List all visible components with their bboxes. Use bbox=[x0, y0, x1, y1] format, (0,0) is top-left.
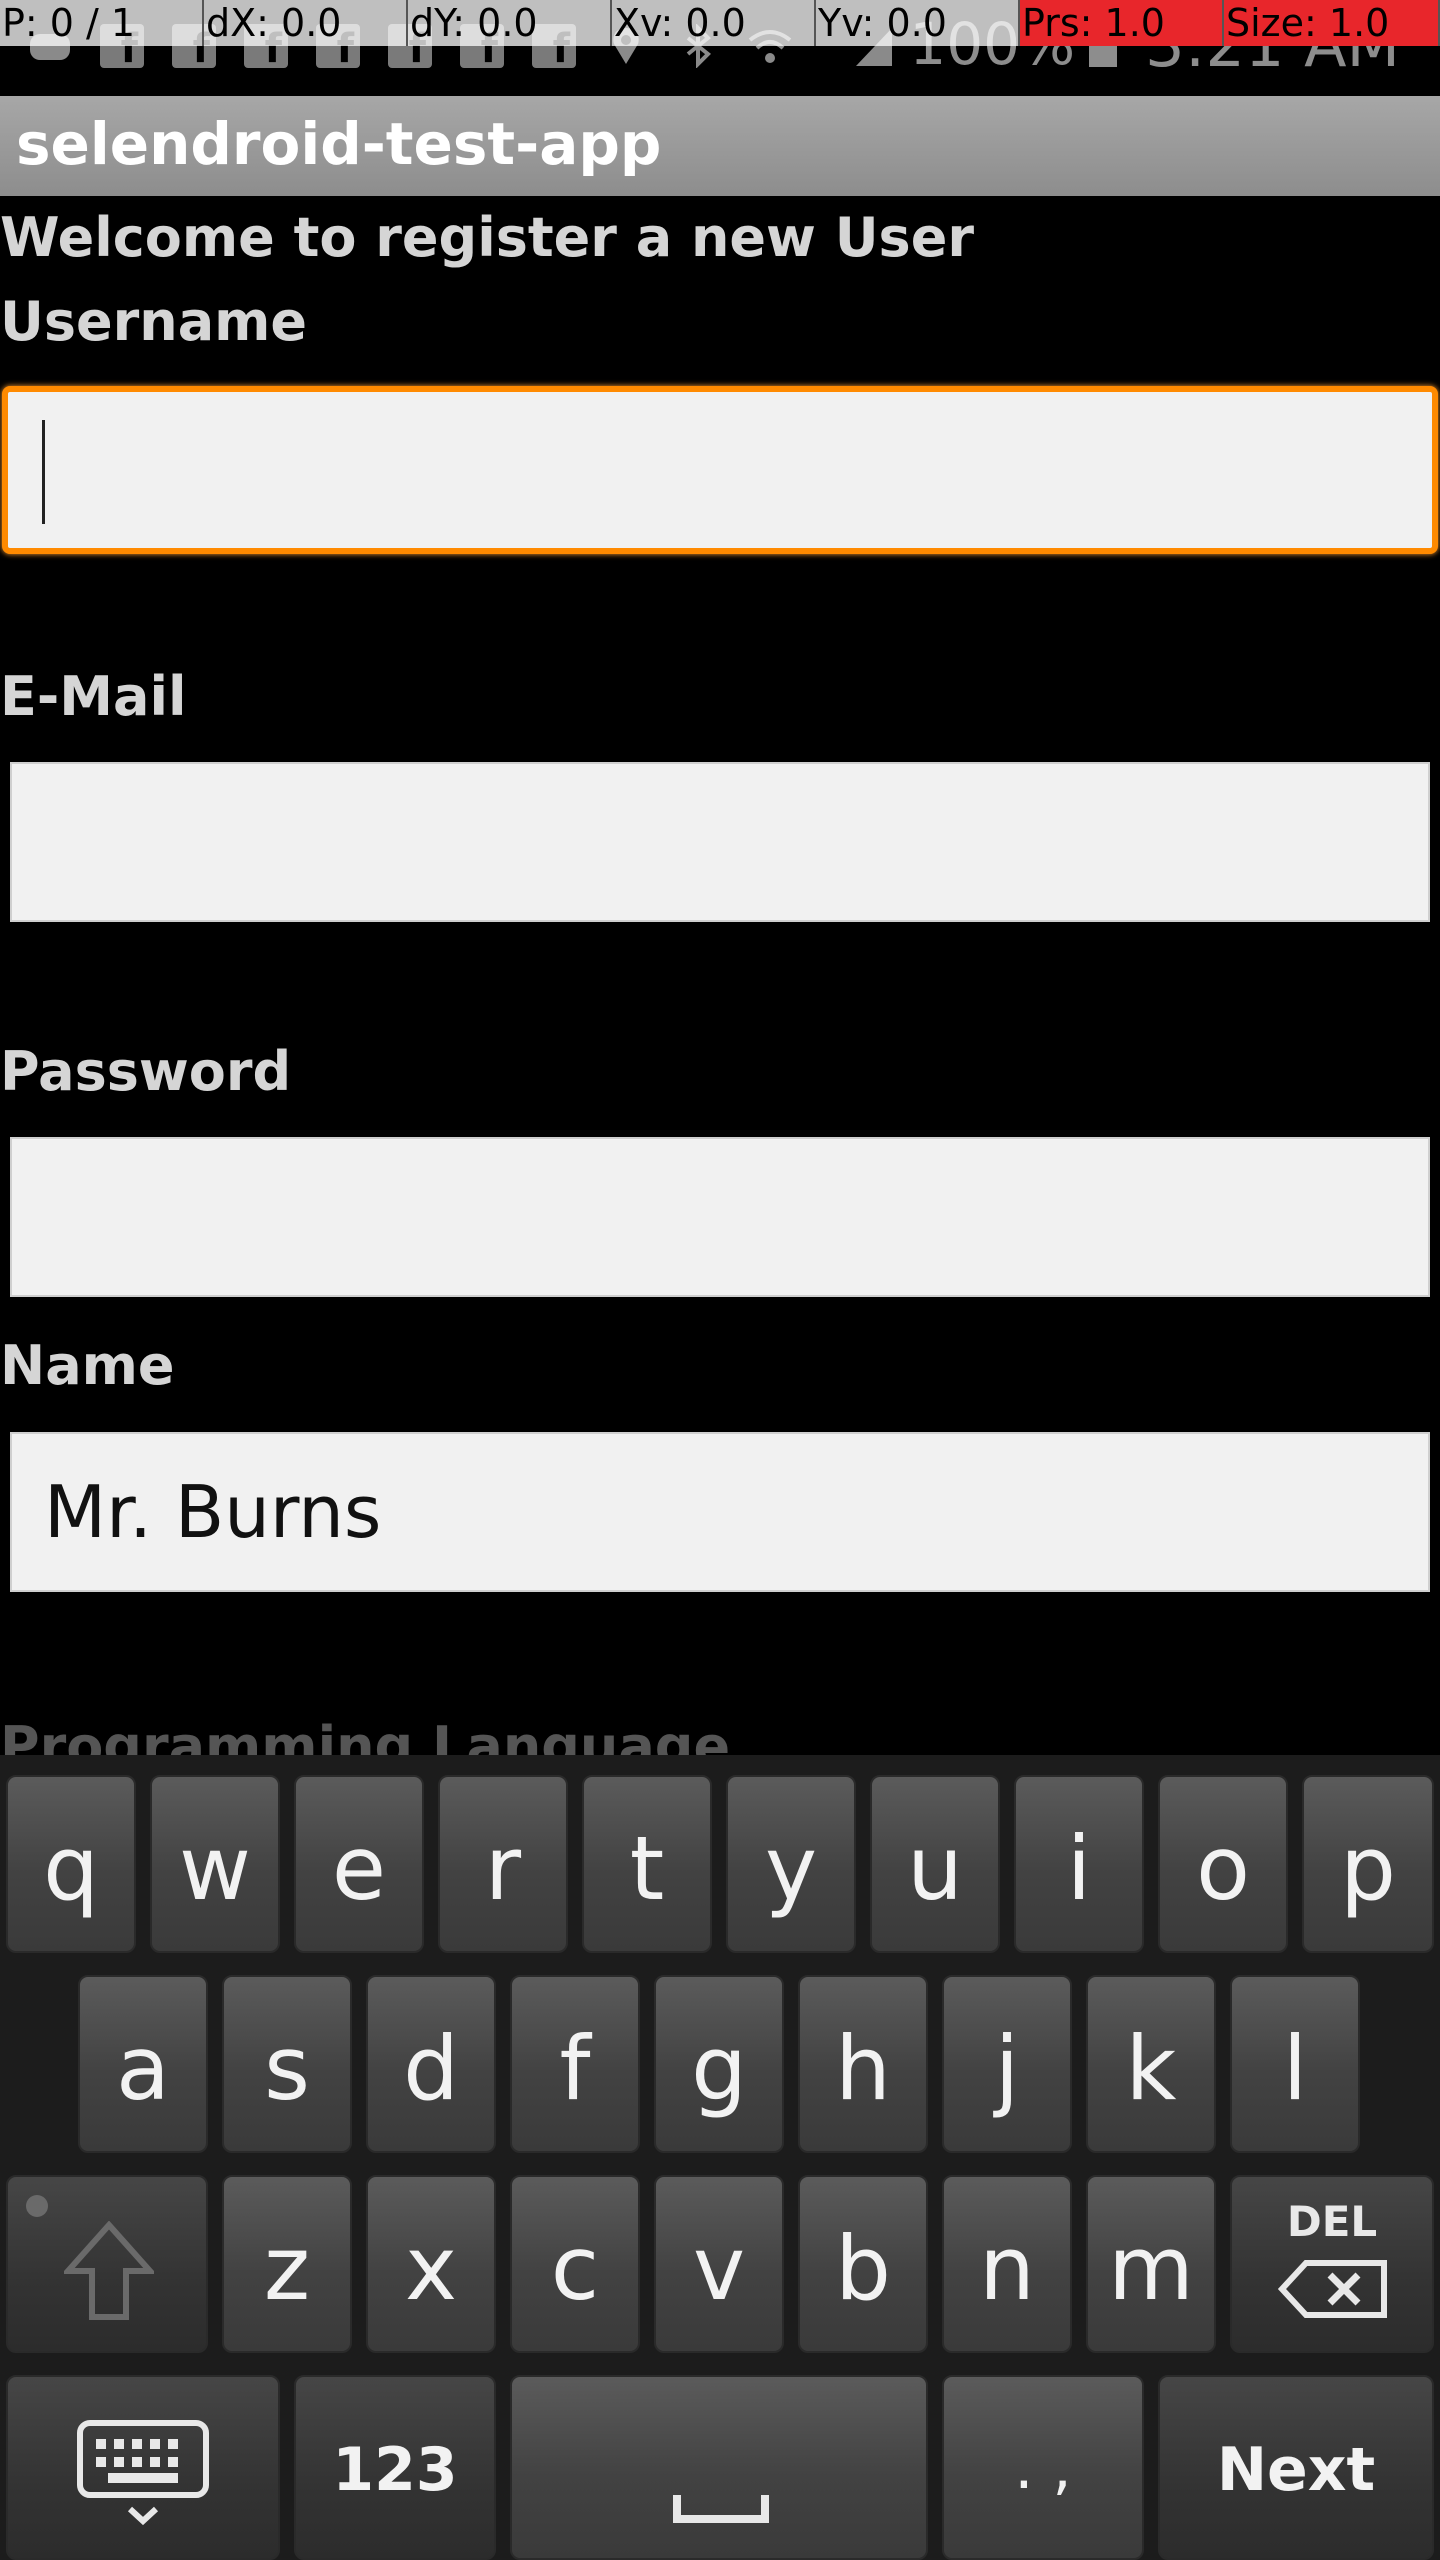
pointer-yv: Yv: 0.0 bbox=[816, 0, 1020, 46]
keyboard-icon bbox=[77, 2420, 209, 2526]
email-input[interactable] bbox=[10, 762, 1430, 922]
text-caret bbox=[42, 420, 45, 524]
key-label: l bbox=[1282, 2017, 1308, 2120]
key-v[interactable]: v bbox=[654, 2175, 784, 2353]
key-label: r bbox=[484, 1817, 522, 1920]
delete-key[interactable]: DEL bbox=[1230, 2175, 1434, 2353]
key-n[interactable]: n bbox=[942, 2175, 1072, 2353]
backspace-icon bbox=[1278, 2260, 1387, 2318]
key-label: s bbox=[264, 2017, 310, 2120]
key-p[interactable]: p bbox=[1302, 1775, 1434, 1953]
key-label: . , bbox=[1014, 2433, 1072, 2503]
name-input[interactable]: Mr. Burns bbox=[10, 1432, 1430, 1592]
pointer-pressure: Prs: 1.0 bbox=[1020, 0, 1224, 46]
key-label: g bbox=[691, 2017, 747, 2120]
key-t[interactable]: t bbox=[582, 1775, 712, 1953]
password-input[interactable] bbox=[10, 1137, 1430, 1297]
key-a[interactable]: a bbox=[78, 1975, 208, 2153]
key-label: z bbox=[263, 2217, 311, 2320]
key-d[interactable]: d bbox=[366, 1975, 496, 2153]
key-u[interactable]: u bbox=[870, 1775, 1000, 1953]
key-label: d bbox=[403, 2017, 459, 2120]
pointer-xv: Xv: 0.0 bbox=[612, 0, 816, 46]
key-z[interactable]: z bbox=[222, 2175, 352, 2353]
key-i[interactable]: i bbox=[1014, 1775, 1144, 1953]
email-label: E-Mail bbox=[0, 665, 187, 728]
key-label: x bbox=[404, 2217, 458, 2320]
key-label: j bbox=[994, 2017, 1020, 2120]
password-label: Password bbox=[0, 1040, 292, 1103]
status-bar: 100% 3:21 AM P: 0 / 1 dX: 0.0 dY: 0.0 Xv… bbox=[0, 0, 1440, 96]
key-h[interactable]: h bbox=[798, 1975, 928, 2153]
key-o[interactable]: o bbox=[1158, 1775, 1288, 1953]
caps-lock-indicator bbox=[26, 2195, 48, 2217]
key-e[interactable]: e bbox=[294, 1775, 424, 1953]
key-label: q bbox=[43, 1817, 99, 1920]
key-y[interactable]: y bbox=[726, 1775, 856, 1953]
space-key[interactable] bbox=[510, 2375, 928, 2560]
pointer-count: P: 0 / 1 bbox=[0, 0, 204, 46]
key-s[interactable]: s bbox=[222, 1975, 352, 2153]
key-f[interactable]: f bbox=[510, 1975, 640, 2153]
pointer-dx: dX: 0.0 bbox=[204, 0, 408, 46]
key-label: m bbox=[1108, 2217, 1194, 2320]
welcome-heading: Welcome to register a new User bbox=[0, 206, 974, 269]
shift-key[interactable] bbox=[6, 2175, 208, 2353]
key-label: v bbox=[692, 2217, 746, 2320]
app-title: selendroid-test-app bbox=[16, 110, 662, 178]
key-q[interactable]: q bbox=[6, 1775, 136, 1953]
key-w[interactable]: w bbox=[150, 1775, 280, 1953]
key-label: p bbox=[1340, 1817, 1396, 1920]
next-key[interactable]: Next bbox=[1158, 2375, 1434, 2560]
language-label-clip: Programming Language bbox=[0, 1705, 1440, 1755]
key-label: 123 bbox=[332, 2435, 458, 2505]
punctuation-key[interactable]: . , bbox=[942, 2375, 1144, 2560]
shift-arrow-icon bbox=[64, 2221, 154, 2320]
keyboard-switch-key[interactable] bbox=[6, 2375, 280, 2560]
key-label: k bbox=[1125, 2017, 1177, 2120]
key-j[interactable]: j bbox=[942, 1975, 1072, 2153]
key-label: h bbox=[835, 2017, 891, 2120]
key-k[interactable]: k bbox=[1086, 1975, 1216, 2153]
soft-keyboard: q w e r t y u i o p a s d f g h j k l z … bbox=[0, 1755, 1440, 2560]
key-label: t bbox=[629, 1817, 665, 1920]
key-r[interactable]: r bbox=[438, 1775, 568, 1953]
key-label: o bbox=[1196, 1817, 1250, 1920]
key-label: i bbox=[1066, 1817, 1092, 1920]
pointer-dy: dY: 0.0 bbox=[408, 0, 612, 46]
space-bar-icon bbox=[673, 2495, 769, 2523]
name-value: Mr. Burns bbox=[44, 1470, 382, 1554]
action-bar: selendroid-test-app bbox=[0, 96, 1440, 196]
key-label: a bbox=[116, 2017, 170, 2120]
key-b[interactable]: b bbox=[798, 2175, 928, 2353]
username-label: Username bbox=[0, 290, 308, 353]
key-label: Next bbox=[1216, 2435, 1376, 2505]
key-label: y bbox=[764, 1817, 818, 1920]
key-label: b bbox=[835, 2217, 891, 2320]
pointer-location-overlay: P: 0 / 1 dX: 0.0 dY: 0.0 Xv: 0.0 Yv: 0.0… bbox=[0, 0, 1440, 46]
numbers-key[interactable]: 123 bbox=[294, 2375, 496, 2560]
name-label: Name bbox=[0, 1334, 175, 1397]
key-g[interactable]: g bbox=[654, 1975, 784, 2153]
key-label: u bbox=[907, 1817, 963, 1920]
key-label: c bbox=[550, 2217, 600, 2320]
key-m[interactable]: m bbox=[1086, 2175, 1216, 2353]
key-label: f bbox=[559, 2017, 591, 2120]
key-label: w bbox=[179, 1817, 251, 1920]
programming-language-label: Programming Language bbox=[0, 1715, 731, 1755]
key-l[interactable]: l bbox=[1230, 1975, 1360, 2153]
key-label: n bbox=[979, 2217, 1035, 2320]
pointer-size: Size: 1.0 bbox=[1224, 0, 1440, 46]
key-x[interactable]: x bbox=[366, 2175, 496, 2353]
delete-label: DEL bbox=[1286, 2197, 1378, 2246]
username-input[interactable] bbox=[2, 386, 1438, 554]
key-c[interactable]: c bbox=[510, 2175, 640, 2353]
key-label: e bbox=[331, 1817, 387, 1920]
